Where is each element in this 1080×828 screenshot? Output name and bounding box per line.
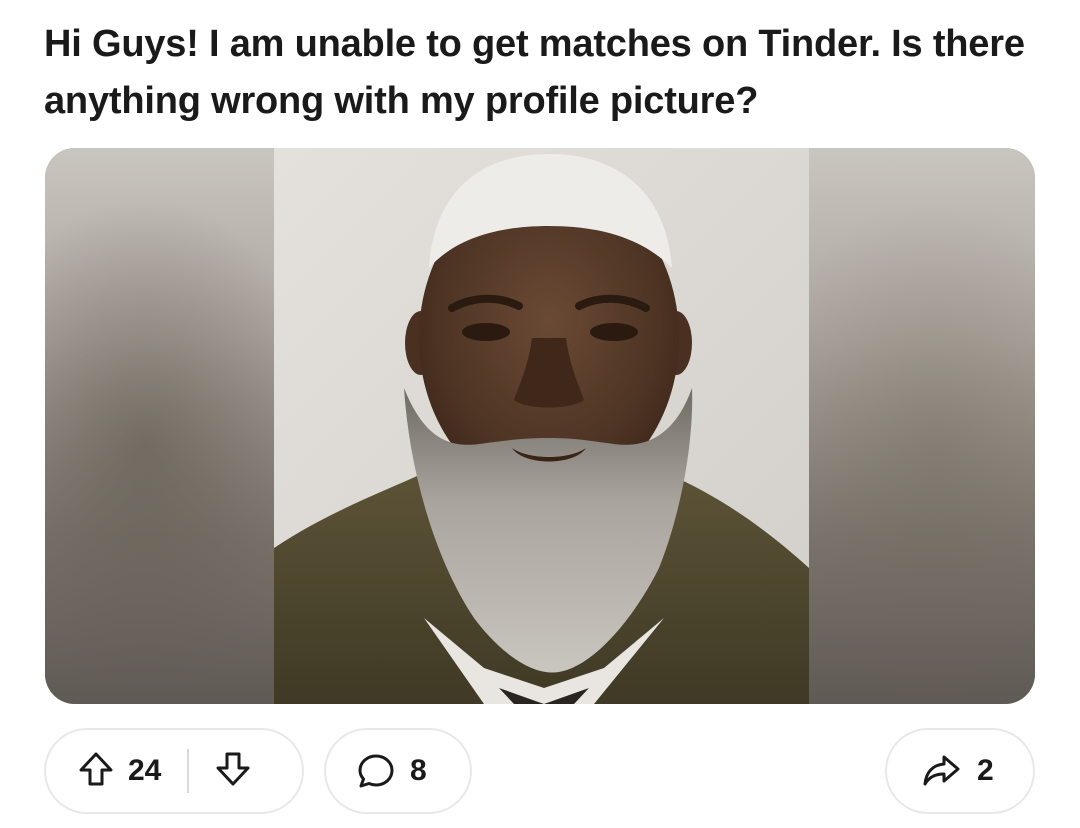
- post-action-bar: 24 8 2: [0, 728, 1080, 816]
- upvote-button[interactable]: [76, 749, 116, 794]
- share-count: 2: [977, 754, 994, 787]
- vote-divider: [187, 749, 190, 793]
- arrow-down-icon: [213, 749, 253, 794]
- post-image[interactable]: [45, 148, 1035, 704]
- post-title[interactable]: Hi Guys! I am unable to get matches on T…: [44, 16, 1044, 130]
- profile-photo: [274, 148, 809, 704]
- comment-count: 8: [410, 754, 427, 787]
- comments-button[interactable]: 8: [324, 728, 472, 814]
- speech-bubble-icon: [356, 751, 396, 791]
- downvote-button[interactable]: [213, 749, 253, 794]
- share-button[interactable]: 2: [885, 728, 1035, 814]
- vote-control: 24: [44, 728, 304, 814]
- share-arrow-icon: [921, 751, 961, 791]
- upvote-count: 24: [128, 754, 162, 787]
- arrow-up-icon: [76, 749, 116, 794]
